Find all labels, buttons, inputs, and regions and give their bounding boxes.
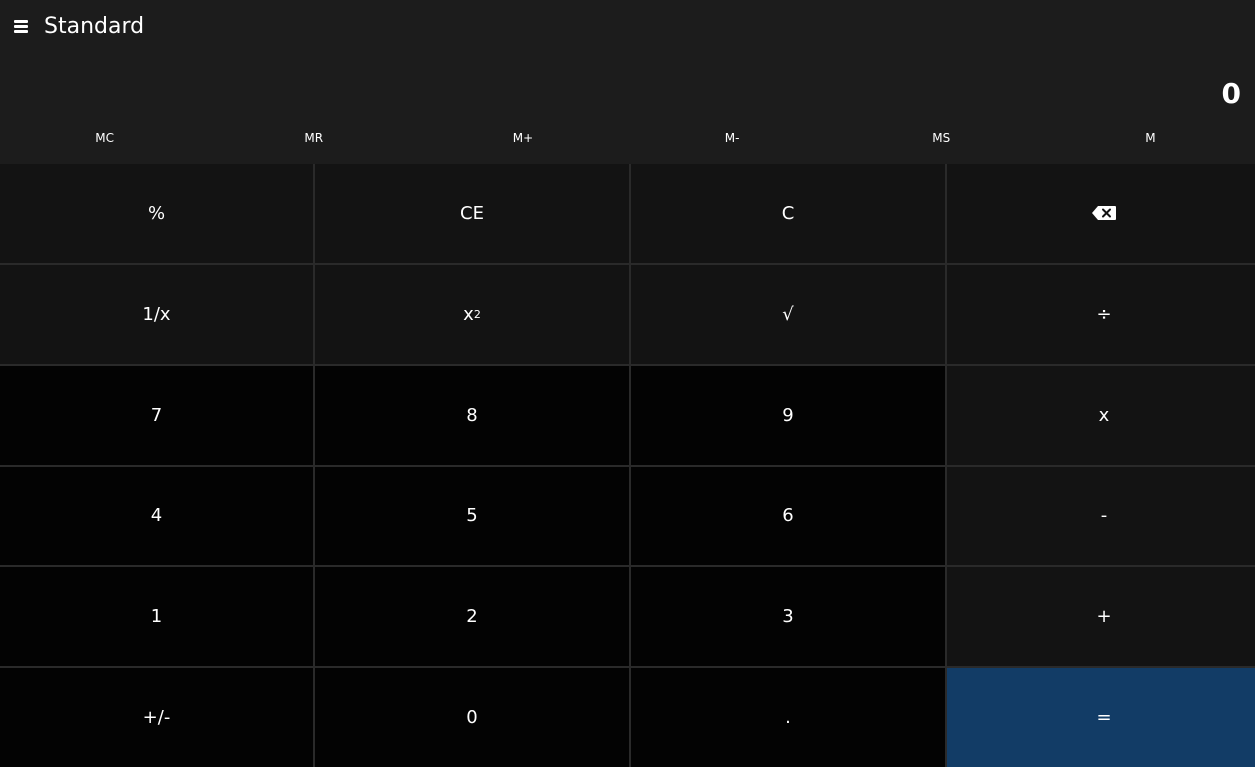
backspace-icon [1091, 205, 1117, 221]
percent-button[interactable]: % [0, 164, 313, 263]
keypad: % CE C 1/x x2 √ ÷ 7 8 9 x 4 5 6 - 1 2 3 … [0, 164, 1255, 767]
reciprocal-button[interactable]: 1/x [0, 264, 313, 364]
square-button[interactable]: x2 [315, 264, 629, 364]
memory-list-button[interactable]: M [1046, 120, 1255, 160]
digit-4-button[interactable]: 4 [0, 466, 313, 566]
mode-title: Standard [44, 14, 145, 39]
digit-1-button[interactable]: 1 [0, 567, 313, 667]
backspace-button[interactable] [947, 164, 1255, 263]
digit-8-button[interactable]: 8 [315, 365, 629, 465]
calculator-app: Standard 0 MC MR M+ M- MS M % CE C 1/x x… [0, 0, 1255, 767]
digit-0-button[interactable]: 0 [315, 668, 629, 767]
clear-button[interactable]: C [631, 164, 945, 263]
title-bar: Standard [0, 0, 1255, 56]
subtract-button[interactable]: - [947, 466, 1255, 566]
divide-button[interactable]: ÷ [947, 264, 1255, 364]
memory-clear-button[interactable]: MC [0, 120, 209, 160]
square-button-exponent: 2 [473, 307, 481, 321]
memory-recall-button[interactable]: MR [209, 120, 418, 160]
digit-7-button[interactable]: 7 [0, 365, 313, 465]
memory-add-button[interactable]: M+ [418, 120, 627, 160]
digit-5-button[interactable]: 5 [315, 466, 629, 566]
square-root-button[interactable]: √ [631, 264, 945, 364]
add-button[interactable]: + [947, 567, 1255, 667]
memory-subtract-button[interactable]: M- [628, 120, 837, 160]
memory-store-button[interactable]: MS [837, 120, 1046, 160]
multiply-button[interactable]: x [947, 365, 1255, 465]
decimal-button[interactable]: . [631, 668, 945, 767]
clear-entry-button[interactable]: CE [315, 164, 629, 263]
square-button-base: x [463, 303, 474, 325]
memory-row: MC MR M+ M- MS M [0, 120, 1255, 160]
digit-3-button[interactable]: 3 [631, 567, 945, 667]
result-display: 0 [1221, 77, 1241, 110]
negate-button[interactable]: +/- [0, 668, 313, 767]
digit-6-button[interactable]: 6 [631, 466, 945, 566]
hamburger-menu-icon[interactable] [10, 14, 32, 38]
digit-2-button[interactable]: 2 [315, 567, 629, 667]
digit-9-button[interactable]: 9 [631, 365, 945, 465]
equals-button[interactable]: = [947, 668, 1255, 767]
